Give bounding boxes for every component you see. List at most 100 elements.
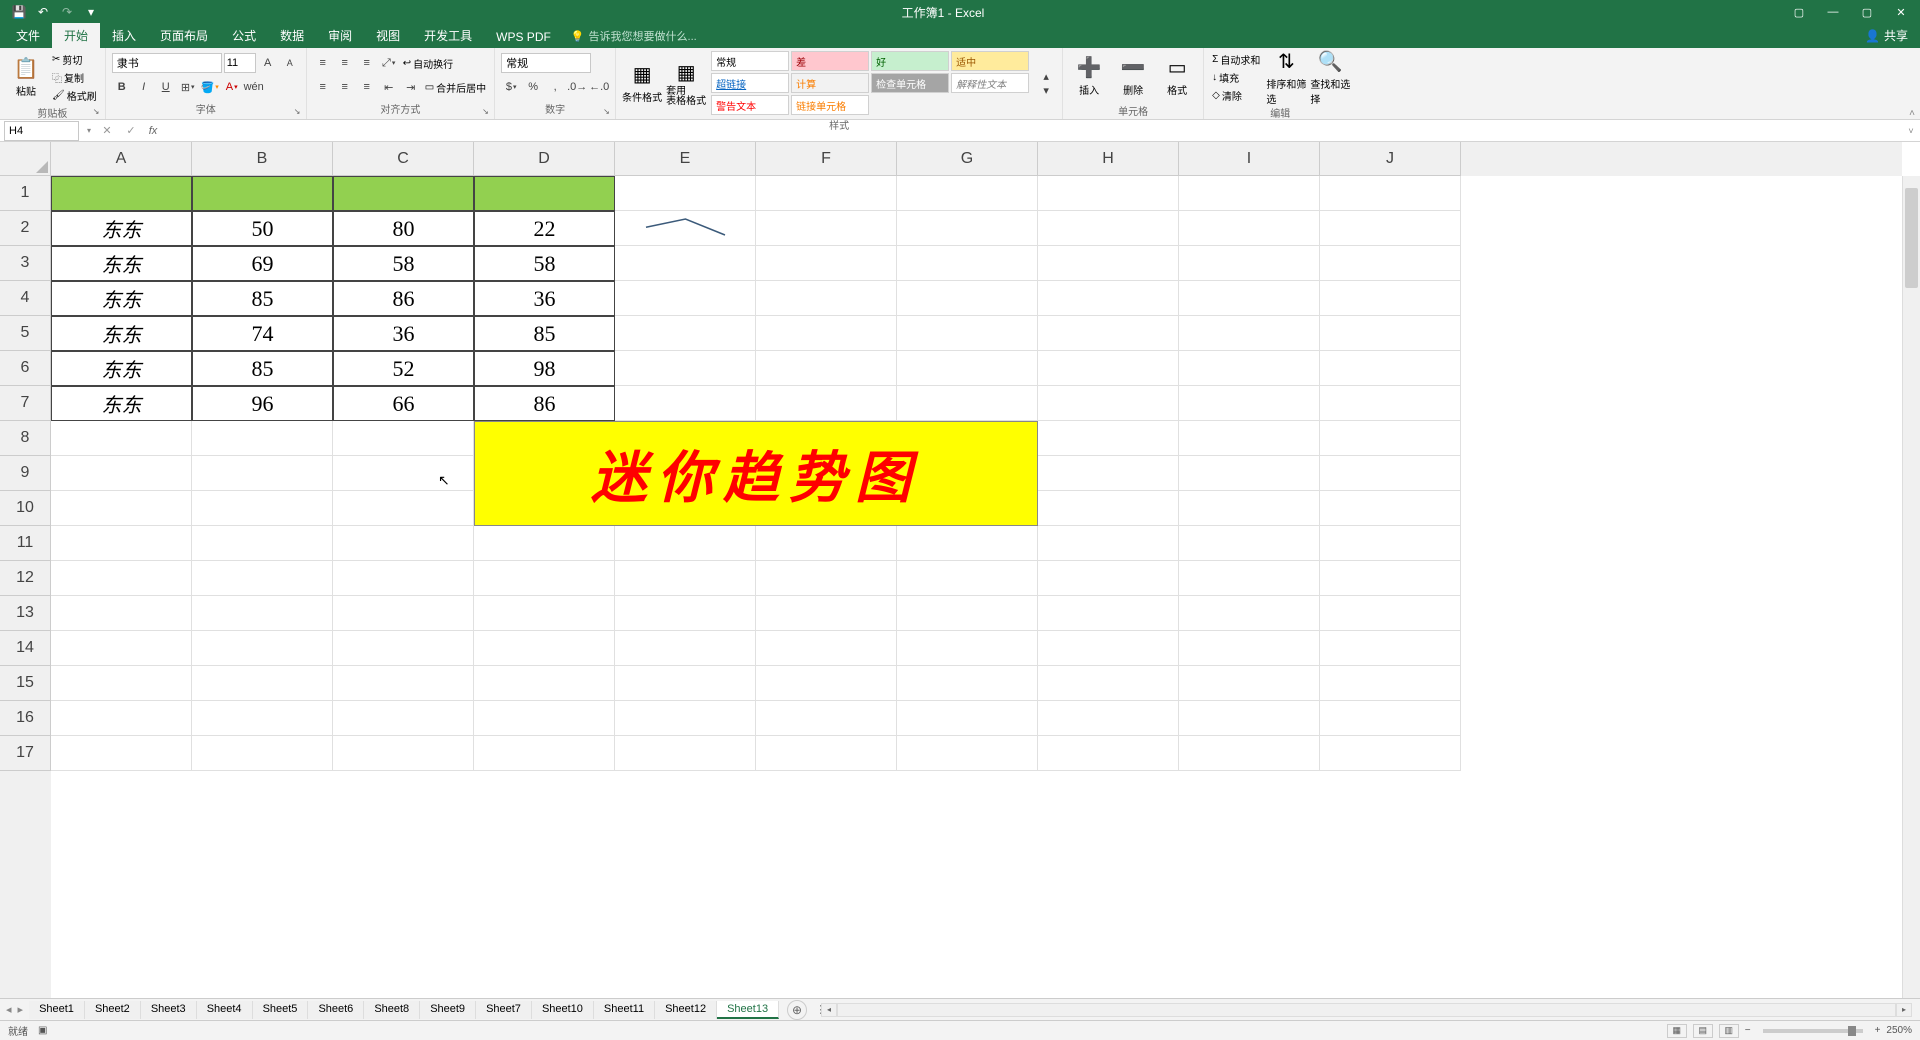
col-header-D[interactable]: D xyxy=(474,142,615,176)
cell-H8[interactable] xyxy=(1038,421,1179,456)
cell-G17[interactable] xyxy=(897,736,1038,771)
cell-H13[interactable] xyxy=(1038,596,1179,631)
cell-D17[interactable] xyxy=(474,736,615,771)
style-neutral[interactable]: 适中 xyxy=(951,51,1029,71)
tab-view[interactable]: 视图 xyxy=(364,23,412,48)
sheet-tab-sheet1[interactable]: Sheet1 xyxy=(29,1001,85,1019)
style-warning[interactable]: 警告文本 xyxy=(711,95,789,115)
cell-J16[interactable] xyxy=(1320,701,1461,736)
font-launcher[interactable]: ↘ xyxy=(294,107,304,117)
cell-G1[interactable] xyxy=(897,176,1038,211)
cell-B3[interactable]: 69 xyxy=(192,246,333,281)
horizontal-scrollbar[interactable] xyxy=(837,1003,1896,1017)
row-header-2[interactable]: 2 xyxy=(0,211,51,246)
increase-decimal-button[interactable]: .0→ xyxy=(567,77,587,97)
zoom-in-button[interactable]: + xyxy=(1875,1025,1881,1036)
col-header-G[interactable]: G xyxy=(897,142,1038,176)
align-left-button[interactable]: ≡ xyxy=(313,77,333,97)
row-header-17[interactable]: 17 xyxy=(0,736,51,771)
cell-H2[interactable] xyxy=(1038,211,1179,246)
cell-C8[interactable] xyxy=(333,421,474,456)
cell-D6[interactable]: 98 xyxy=(474,351,615,386)
sheet-tab-sheet7[interactable]: Sheet7 xyxy=(476,1001,532,1019)
new-sheet-button[interactable]: ⊕ xyxy=(787,1000,807,1020)
cell-J6[interactable] xyxy=(1320,351,1461,386)
align-middle-button[interactable]: ≡ xyxy=(335,53,355,73)
row-header-7[interactable]: 7 xyxy=(0,386,51,421)
cell-H11[interactable] xyxy=(1038,526,1179,561)
style-explanatory[interactable]: 解释性文本 xyxy=(951,73,1029,93)
row-header-12[interactable]: 12 xyxy=(0,561,51,596)
cell-A4[interactable]: 东东 xyxy=(51,281,192,316)
column-headers[interactable]: ABCDEFGHIJ xyxy=(51,142,1902,176)
row-header-9[interactable]: 9 xyxy=(0,456,51,491)
cell-G3[interactable] xyxy=(897,246,1038,281)
normal-view-button[interactable]: ▦ xyxy=(1667,1024,1687,1038)
vertical-scrollbar[interactable] xyxy=(1902,176,1920,998)
cell-H7[interactable] xyxy=(1038,386,1179,421)
sheet-tab-sheet4[interactable]: Sheet4 xyxy=(197,1001,253,1019)
sheet-tab-sheet12[interactable]: Sheet12 xyxy=(655,1001,717,1019)
cell-J5[interactable] xyxy=(1320,316,1461,351)
col-header-C[interactable]: C xyxy=(333,142,474,176)
col-header-I[interactable]: I xyxy=(1179,142,1320,176)
styles-more-button[interactable]: ▴ xyxy=(1036,69,1056,83)
cell-J1[interactable] xyxy=(1320,176,1461,211)
cell-D16[interactable] xyxy=(474,701,615,736)
clipboard-launcher[interactable]: ↘ xyxy=(93,107,103,117)
cell-C2[interactable]: 80 xyxy=(333,211,474,246)
cell-B17[interactable] xyxy=(192,736,333,771)
cell-A7[interactable]: 东东 xyxy=(51,386,192,421)
row-header-4[interactable]: 4 xyxy=(0,281,51,316)
hscroll-left-button[interactable]: ◂ xyxy=(821,1003,837,1017)
style-bad[interactable]: 差 xyxy=(791,51,869,71)
cell-G15[interactable] xyxy=(897,666,1038,701)
qat-more-button[interactable]: ▾ xyxy=(80,2,102,22)
cell-H17[interactable] xyxy=(1038,736,1179,771)
cell-G6[interactable] xyxy=(897,351,1038,386)
cell-B9[interactable] xyxy=(192,456,333,491)
tab-formulas[interactable]: 公式 xyxy=(220,23,268,48)
cell-J2[interactable] xyxy=(1320,211,1461,246)
bold-button[interactable]: B xyxy=(112,77,132,97)
cell-C5[interactable]: 36 xyxy=(333,316,474,351)
sort-filter-button[interactable]: ⇅排序和筛选 xyxy=(1266,51,1306,103)
row-header-5[interactable]: 5 xyxy=(0,316,51,351)
style-good[interactable]: 好 xyxy=(871,51,949,71)
cell-E1[interactable] xyxy=(615,176,756,211)
find-select-button[interactable]: 🔍查找和选择 xyxy=(1310,51,1350,103)
cut-button[interactable]: ✂剪切 xyxy=(50,50,99,68)
cell-A13[interactable] xyxy=(51,596,192,631)
expand-formula-bar-button[interactable]: ˅ xyxy=(1902,126,1920,136)
phonetic-button[interactable]: wén xyxy=(244,77,264,97)
sheet-tab-sheet3[interactable]: Sheet3 xyxy=(141,1001,197,1019)
cell-H9[interactable] xyxy=(1038,456,1179,491)
cell-D3[interactable]: 58 xyxy=(474,246,615,281)
cell-I2[interactable] xyxy=(1179,211,1320,246)
cell-F1[interactable] xyxy=(756,176,897,211)
cell-C17[interactable] xyxy=(333,736,474,771)
cell-B8[interactable] xyxy=(192,421,333,456)
tab-wps-pdf[interactable]: WPS PDF xyxy=(484,26,563,48)
row-header-10[interactable]: 10 xyxy=(0,491,51,526)
style-calculation[interactable]: 计算 xyxy=(791,73,869,93)
cell-B7[interactable]: 96 xyxy=(192,386,333,421)
increase-indent-button[interactable]: ⇥ xyxy=(401,77,421,97)
underline-button[interactable]: U xyxy=(156,77,176,97)
fill-button[interactable]: ↓填充 xyxy=(1210,68,1262,86)
collapse-ribbon-button[interactable]: ˄ xyxy=(1904,48,1920,119)
row-header-1[interactable]: 1 xyxy=(0,176,51,211)
number-format-select[interactable] xyxy=(501,53,591,73)
grow-font-button[interactable]: A xyxy=(258,53,278,73)
cell-C13[interactable] xyxy=(333,596,474,631)
cell-F14[interactable] xyxy=(756,631,897,666)
cell-E4[interactable] xyxy=(615,281,756,316)
align-right-button[interactable]: ≡ xyxy=(357,77,377,97)
cell-F5[interactable] xyxy=(756,316,897,351)
cell-B16[interactable] xyxy=(192,701,333,736)
cell-A8[interactable] xyxy=(51,421,192,456)
minimize-button[interactable]: — xyxy=(1818,2,1848,22)
cell-G7[interactable] xyxy=(897,386,1038,421)
delete-cells-button[interactable]: ➖删除 xyxy=(1113,50,1153,102)
row-header-16[interactable]: 16 xyxy=(0,701,51,736)
